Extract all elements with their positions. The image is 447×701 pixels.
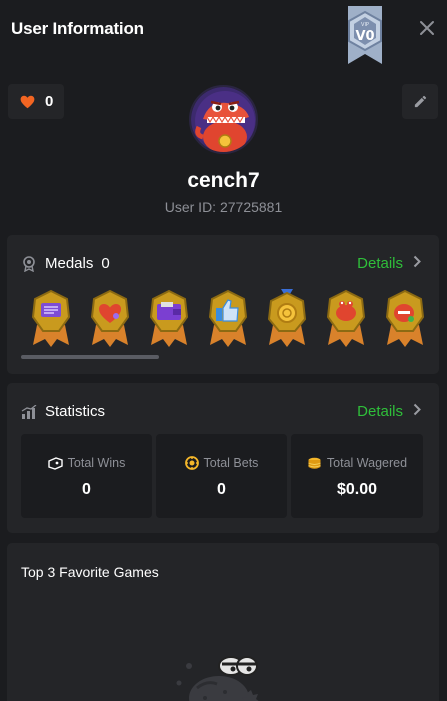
medals-title: Medals xyxy=(45,255,94,272)
stat-label: Total Wagered xyxy=(326,456,408,470)
chart-icon xyxy=(21,404,37,419)
medal-thumbs-up[interactable] xyxy=(198,289,257,347)
medals-details-link[interactable]: Details xyxy=(357,255,421,272)
ticket-icon xyxy=(47,456,63,470)
stat-value: 0 xyxy=(82,481,91,498)
edit-profile-button[interactable] xyxy=(402,84,438,119)
medal-chat[interactable] xyxy=(21,289,80,347)
svg-text:V0: V0 xyxy=(355,29,374,44)
statistics-details-link[interactable]: Details xyxy=(357,403,421,420)
medal-dragon[interactable] xyxy=(375,289,434,347)
stat-value: $0.00 xyxy=(336,481,378,498)
stat-label: Total Bets xyxy=(203,456,259,470)
medal-wallet[interactable] xyxy=(139,289,198,347)
statistics-title: Statistics xyxy=(45,403,106,420)
medal-icon xyxy=(23,255,35,272)
statistics-grid: Total Wins 0 Total Bets 0 Total Wagered … xyxy=(21,434,423,518)
empty-state-mascot xyxy=(167,648,267,701)
like-button[interactable]: 0 xyxy=(8,84,64,119)
statistics-details-label: Details xyxy=(357,403,403,420)
medal-heart[interactable] xyxy=(80,289,139,347)
favorite-games-title: Top 3 Favorite Games xyxy=(21,564,159,580)
pencil-icon xyxy=(414,95,426,108)
stat-total-wins: Total Wins 0 xyxy=(21,434,152,518)
close-icon[interactable] xyxy=(416,17,438,39)
avatar xyxy=(189,85,258,154)
medals-card: Medals 0 Details xyxy=(7,235,439,374)
username: cench7 xyxy=(187,169,260,192)
user-id: User ID: 27725881 xyxy=(164,199,283,215)
favorite-games-card: Top 3 Favorite Games xyxy=(7,543,439,701)
modal-header: User Information VIP V0 xyxy=(0,0,447,64)
stat-value: 0 xyxy=(217,481,226,498)
stat-label: Total Wins xyxy=(67,456,126,470)
coins-icon xyxy=(308,457,321,469)
medal-coin[interactable] xyxy=(257,289,316,347)
statistics-card: Statistics Details Total Wins 0 Total Be… xyxy=(7,383,439,533)
medal-crab[interactable] xyxy=(316,289,375,347)
vip-badge[interactable]: VIP V0 xyxy=(344,6,386,64)
stat-total-wagered: Total Wagered $0.00 xyxy=(291,434,423,518)
modal-title: User Information xyxy=(11,19,144,38)
chip-icon xyxy=(184,456,199,470)
heart-icon xyxy=(20,95,35,108)
statistics-header: Statistics xyxy=(21,403,105,420)
chevron-right-icon xyxy=(413,255,421,272)
stat-total-bets: Total Bets 0 xyxy=(156,434,287,518)
chevron-right-icon xyxy=(413,403,421,420)
medals-count: 0 xyxy=(101,255,110,272)
svg-text:VIP: VIP xyxy=(361,22,369,28)
medals-header: Medals 0 xyxy=(21,255,110,272)
medals-details-label: Details xyxy=(357,255,403,272)
medals-scrollbar[interactable] xyxy=(21,355,159,359)
medals-list xyxy=(21,289,434,347)
like-count: 0 xyxy=(45,93,54,110)
